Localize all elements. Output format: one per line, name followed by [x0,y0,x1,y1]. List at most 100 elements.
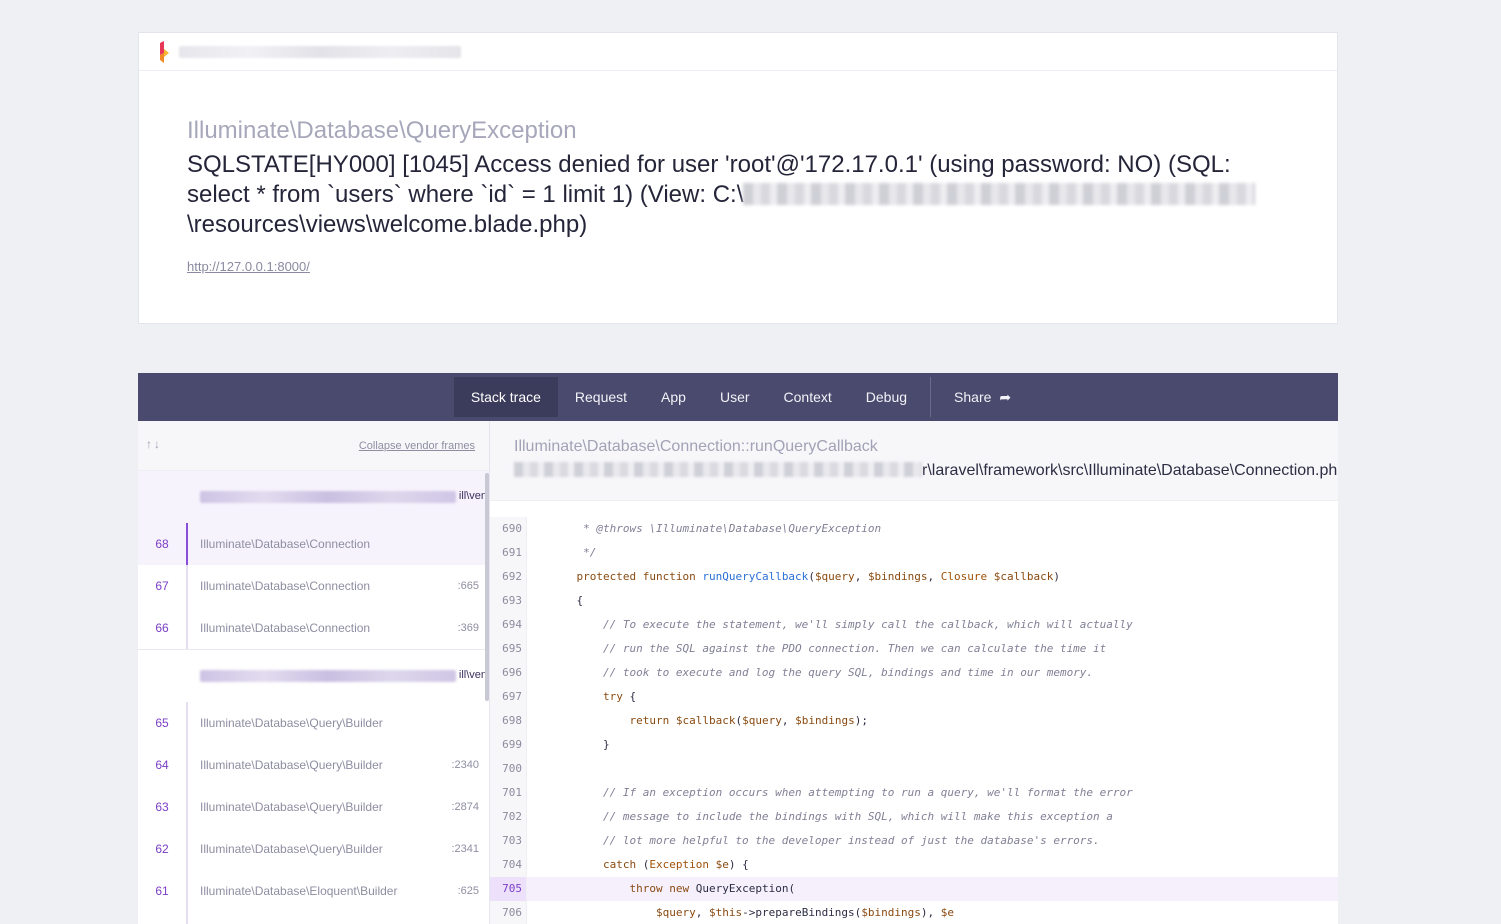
code-line: 693 { [490,589,1338,613]
tab-app[interactable]: App [644,377,703,417]
gutter-gap [526,805,550,829]
code-line: 694 // To execute the statement, we'll s… [490,613,1338,637]
line-number: 705 [490,877,526,901]
frame-number: 65 [155,716,169,730]
request-url-link[interactable]: http://127.0.0.1:8000/ [187,259,310,274]
line-number: 706 [490,901,526,924]
line-number: 704 [490,853,526,877]
gutter-gap [526,901,550,924]
code-pane: Illuminate\Database\Connection::runQuery… [490,421,1338,924]
frame-line: :665 [457,580,479,592]
frame-line: :2874 [451,801,479,813]
share-arrow-icon: ➦ [999,389,1012,405]
card-header [139,33,1337,71]
stack-frame[interactable]: 62 Illuminate\Database\Query\Builder :2341 [138,828,489,870]
frame-number: 62 [155,842,169,856]
code-line: 705 throw new QueryException( [490,877,1338,901]
tab-stack-trace[interactable]: Stack trace [453,377,558,417]
frame-class: Illuminate\Database\Query\Builder [200,758,383,772]
tab-user[interactable]: User [703,377,767,417]
code-text: */ [550,546,597,559]
line-number: 699 [490,733,526,757]
frame-line: :369 [457,622,479,634]
stack-frame[interactable]: 64 Illuminate\Database\Query\Builder:2340 [138,744,489,786]
frame-number: 64 [155,758,169,772]
frame-number: 63 [155,800,169,814]
redacted-header-text [179,46,461,58]
code-line: 701 // If an exception occurs when attem… [490,781,1338,805]
gutter-gap [526,757,550,781]
frame-line: :2341 [451,843,479,855]
stack-frame[interactable]: 68 Illuminate\Database\Connection [138,523,489,565]
redacted-group-path [200,670,456,682]
share-button[interactable]: Share ➦ [937,377,1028,417]
gutter-gap [526,565,550,589]
frame-group: ill\ven [138,471,489,523]
code-line: 698 return $callback($query, $bindings); [490,709,1338,733]
code-text: { [550,594,584,607]
code-line: 690 * @throws \Illuminate\Database\Query… [490,517,1338,541]
code-line: 706 $query, $this->prepareBindings($bind… [490,901,1338,924]
code-line: 696 // took to execute and log the query… [490,661,1338,685]
frames-scrollbar[interactable] [485,473,489,701]
line-number: 692 [490,565,526,589]
frame-number: 66 [155,621,169,635]
line-number: 701 [490,781,526,805]
line-number: 700 [490,757,526,781]
line-number: 690 [490,517,526,541]
frame-class: Illuminate\Database\Query\Builder [200,842,383,856]
frame-number: 67 [155,579,169,593]
tab-request[interactable]: Request [558,377,644,417]
frame-group-header[interactable]: ill\ven [138,650,489,702]
code-text: protected function runQueryCallback($que… [576,570,1061,583]
ignition-logo-icon [160,41,169,63]
code-text: return $callback($query, $bindings); [629,714,868,727]
frame-group-header[interactable]: ill\ven [138,471,489,523]
stack-frame[interactable]: 67 Illuminate\Database\Connection:665 [138,565,489,607]
code-text: try { [602,690,637,703]
code-text: // lot more helpful to the developer ins… [602,834,1100,847]
frame-marker [186,702,188,744]
code-line: 700 [490,757,1338,781]
code-text: } [550,738,610,751]
code-text: * @throws \Illuminate\Database\QueryExce… [550,522,882,535]
redacted-path [743,183,1256,205]
stack-frame[interactable]: 65 Illuminate\Database\Query\Builder [138,702,489,744]
gutter-gap [526,541,550,565]
frame-marker [186,786,188,828]
frame-class: Illuminate\Database\Eloquent\Builder [200,884,398,898]
group-path-tail: ill\ven [458,490,487,502]
frame-class: Illuminate\Database\Connection [200,537,371,551]
line-number: 703 [490,829,526,853]
line-number: 697 [490,685,526,709]
line-number: 696 [490,661,526,685]
code-text: // If an exception occurs when attemptin… [602,786,1133,799]
code-line: 695 // run the SQL against the PDO conne… [490,637,1338,661]
stack-frame[interactable]: 61 Illuminate\Database\Eloquent\Builder:6… [138,870,489,912]
frame-class: Illuminate\Database\Query\Builder [200,716,383,730]
frame-marker [186,744,188,786]
tab-debug[interactable]: Debug [849,377,924,417]
redacted-file-path [514,462,922,477]
stack-frame[interactable]: 63 Illuminate\Database\Query\Builder:2874 [138,786,489,828]
file-path[interactable]: r\laravel\framework\src\Illuminate\Datab… [514,462,1338,480]
redacted-group-path [200,491,456,503]
stack-frame[interactable]: 66 Illuminate\Database\Connection:369 [138,607,489,649]
line-number: 691 [490,541,526,565]
code-text: throw new QueryException( [629,882,796,895]
gutter-gap [526,853,550,877]
stack-frame[interactable]: 60Illuminate\Database\Eloquent\Builder:6… [138,912,489,924]
message-part2: \resources\views\welcome.blade.php) [187,211,588,238]
code-line: 692 protected function runQueryCallback(… [490,565,1338,589]
collapse-vendor-frames-link[interactable]: Collapse vendor frames [359,440,475,452]
gutter-gap [526,781,550,805]
frame-group: ill\ven [138,650,489,702]
frame-nav-arrows-icon[interactable]: ↑↓ [146,437,162,451]
code-line: 704 catch (Exception $e) { [490,853,1338,877]
frame-marker [186,607,188,649]
tab-context[interactable]: Context [767,377,849,417]
frame-number: 68 [155,537,169,551]
code-text: // run the SQL against the PDO connectio… [602,642,1107,655]
group-path-tail: ill\ven [458,669,487,681]
line-number: 702 [490,805,526,829]
